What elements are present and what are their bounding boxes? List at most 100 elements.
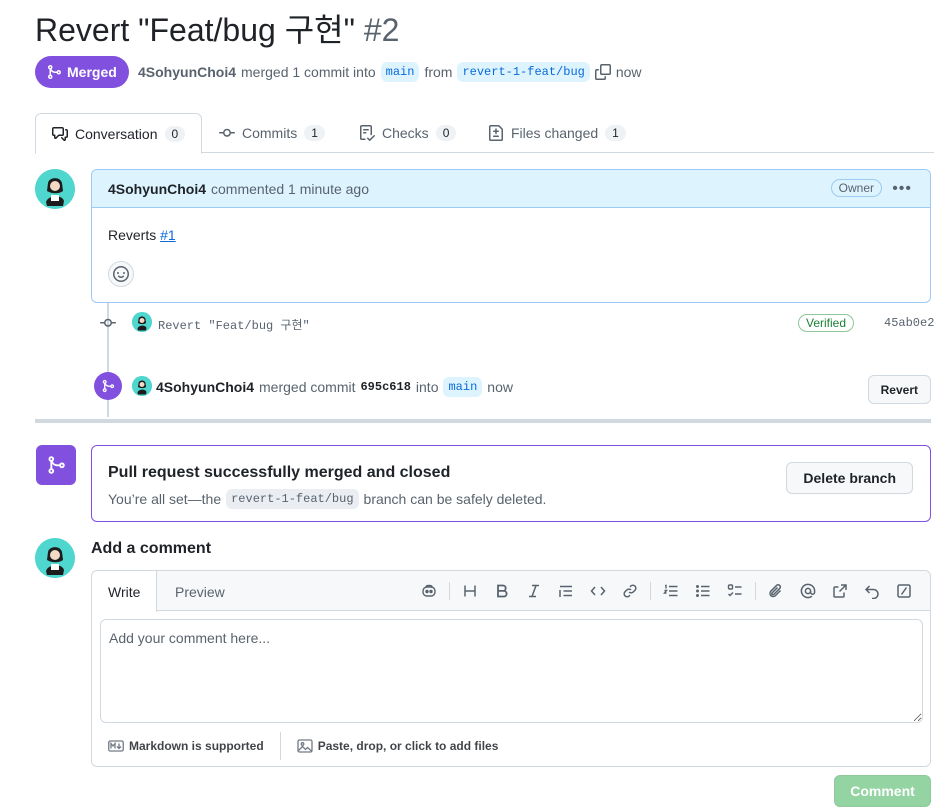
tab-write[interactable]: Write bbox=[92, 571, 158, 612]
avatar[interactable] bbox=[35, 169, 75, 209]
merge-author[interactable]: 4SohyunChoi4 bbox=[156, 379, 254, 395]
commit-icon bbox=[219, 125, 235, 141]
add-comment-heading: Add a comment bbox=[91, 540, 212, 557]
merged-sub-prefix: You’re all set—the bbox=[108, 491, 222, 507]
markdown-support-label: Markdown is supported bbox=[129, 739, 264, 753]
pr-title-row: Revert "Feat/bug 구현" #2 bbox=[35, 8, 399, 52]
ordered-list-icon[interactable] bbox=[655, 581, 687, 601]
timeline-divider bbox=[35, 419, 931, 423]
merge-event-text: 4SohyunChoi4 merged commit 695c618 into … bbox=[156, 376, 513, 398]
task-list-icon[interactable] bbox=[719, 581, 751, 601]
tab-checks-count: 0 bbox=[435, 125, 457, 141]
comment-editor: Write Preview Add your comment here... M… bbox=[91, 570, 931, 767]
heading-icon[interactable] bbox=[454, 581, 486, 601]
delete-branch-button[interactable]: Delete branch bbox=[786, 462, 913, 494]
tab-commits[interactable]: Commits 1 bbox=[219, 113, 325, 153]
tab-conversation-label: Conversation bbox=[75, 125, 158, 142]
comment-card: 4SohyunChoi4 commented 1 minute ago Owne… bbox=[91, 169, 931, 303]
copilot-icon[interactable] bbox=[413, 581, 445, 601]
tab-commits-count: 1 bbox=[304, 125, 325, 141]
image-icon bbox=[297, 738, 313, 754]
file-diff-icon bbox=[488, 125, 504, 141]
merged-state-badge: Merged bbox=[35, 56, 129, 88]
head-branch[interactable]: revert-1-feat/bug bbox=[457, 62, 590, 82]
toolbar-divider bbox=[755, 582, 756, 600]
smiley-icon bbox=[113, 266, 129, 282]
merge-time: now bbox=[487, 379, 513, 395]
comment-header: 4SohyunChoi4 commented 1 minute ago Owne… bbox=[92, 170, 930, 208]
merged-status-title: Pull request successfully merged and clo… bbox=[108, 464, 451, 481]
tab-files-changed[interactable]: Files changed 1 bbox=[488, 113, 626, 153]
tab-files-changed-label: Files changed bbox=[511, 125, 599, 141]
undo-icon[interactable] bbox=[856, 581, 888, 601]
mention-icon[interactable] bbox=[792, 581, 824, 601]
verified-badge[interactable]: Verified bbox=[798, 314, 855, 332]
italic-icon[interactable] bbox=[518, 581, 550, 601]
unordered-list-icon[interactable] bbox=[687, 581, 719, 601]
link-icon[interactable] bbox=[614, 581, 646, 601]
git-merge-icon bbox=[36, 445, 76, 485]
avatar[interactable] bbox=[132, 376, 152, 396]
markdown-toolbar bbox=[413, 581, 920, 601]
editor-tabs: Write Preview bbox=[92, 571, 930, 612]
tab-conversation-count: 0 bbox=[164, 125, 186, 142]
tab-conversation[interactable]: Conversation 0 bbox=[35, 113, 203, 154]
conversation-icon bbox=[52, 126, 68, 142]
pr-merged-text: merged 1 commit into bbox=[241, 64, 376, 80]
quote-icon[interactable] bbox=[550, 581, 582, 601]
pr-from-text: from bbox=[424, 64, 453, 80]
tab-commits-label: Commits bbox=[242, 125, 298, 141]
reference-icon[interactable] bbox=[824, 581, 856, 601]
commit-sha[interactable]: 45ab0e2 bbox=[884, 316, 934, 330]
editor-footer: Markdown is supported Paste, drop, or cl… bbox=[108, 732, 914, 760]
comment-textarea[interactable] bbox=[100, 619, 923, 723]
comment-body: Reverts #1 bbox=[108, 227, 176, 243]
merge-commit-sha[interactable]: 695c618 bbox=[360, 380, 410, 394]
merged-state-label: Merged bbox=[67, 64, 117, 80]
comment-timestamp[interactable]: commented 1 minute ago bbox=[211, 181, 369, 197]
add-reaction-button[interactable] bbox=[108, 261, 134, 287]
paperclip-icon[interactable] bbox=[760, 581, 792, 601]
merged-status-card: Pull request successfully merged and clo… bbox=[91, 445, 931, 522]
pr-time: now bbox=[615, 64, 642, 80]
code-icon[interactable] bbox=[582, 581, 614, 601]
commit-message[interactable]: Revert "Feat/bug 구현" bbox=[158, 316, 310, 333]
pr-author-link[interactable]: 4SohyunChoi4 bbox=[138, 64, 236, 80]
attach-files-label: Paste, drop, or click to add files bbox=[317, 739, 499, 753]
merged-sub-suffix: branch can be safely deleted. bbox=[363, 491, 547, 507]
commit-icon bbox=[100, 315, 116, 331]
git-merge-icon bbox=[46, 64, 62, 80]
avatar[interactable] bbox=[132, 312, 152, 332]
copy-icon[interactable] bbox=[594, 64, 611, 80]
base-branch[interactable]: main bbox=[380, 62, 420, 82]
revert-button[interactable]: Revert bbox=[867, 375, 931, 404]
toolbar-divider bbox=[449, 582, 450, 600]
pr-tabs: Conversation 0 Commits 1 Checks 0 Files … bbox=[35, 113, 934, 154]
merge-text-1: merged commit bbox=[259, 379, 356, 395]
avatar[interactable] bbox=[35, 538, 75, 578]
deletable-branch[interactable]: revert-1-feat/bug bbox=[226, 489, 359, 509]
pr-number: #2 bbox=[363, 12, 400, 48]
checks-icon bbox=[359, 125, 375, 141]
tab-files-changed-count: 1 bbox=[605, 125, 626, 141]
owner-badge: Owner bbox=[830, 179, 882, 197]
merge-target-branch[interactable]: main bbox=[443, 377, 483, 397]
tab-checks[interactable]: Checks 0 bbox=[359, 113, 457, 153]
footer-divider bbox=[279, 732, 281, 760]
git-merge-icon bbox=[94, 372, 122, 400]
attach-files-link[interactable]: Paste, drop, or click to add files bbox=[297, 738, 499, 754]
reverted-pr-link[interactable]: #1 bbox=[160, 227, 176, 243]
pr-meta: 4SohyunChoi4 merged 1 commit into main f… bbox=[138, 56, 642, 88]
markdown-support-link[interactable]: Markdown is supported bbox=[108, 738, 264, 754]
toolbar-divider bbox=[650, 582, 651, 600]
slash-command-icon[interactable] bbox=[888, 581, 920, 601]
tab-preview[interactable]: Preview bbox=[159, 571, 241, 612]
comment-body-prefix: Reverts bbox=[108, 227, 157, 243]
markdown-icon bbox=[108, 738, 124, 754]
comment-author[interactable]: 4SohyunChoi4 bbox=[108, 181, 206, 197]
bold-icon[interactable] bbox=[486, 581, 518, 601]
merge-text-2: into bbox=[415, 379, 439, 395]
comment-submit-button[interactable]: Comment bbox=[834, 775, 931, 807]
kebab-icon[interactable]: ••• bbox=[892, 180, 912, 198]
merged-status-subtext: You’re all set—the revert-1-feat/bug bra… bbox=[108, 489, 546, 509]
